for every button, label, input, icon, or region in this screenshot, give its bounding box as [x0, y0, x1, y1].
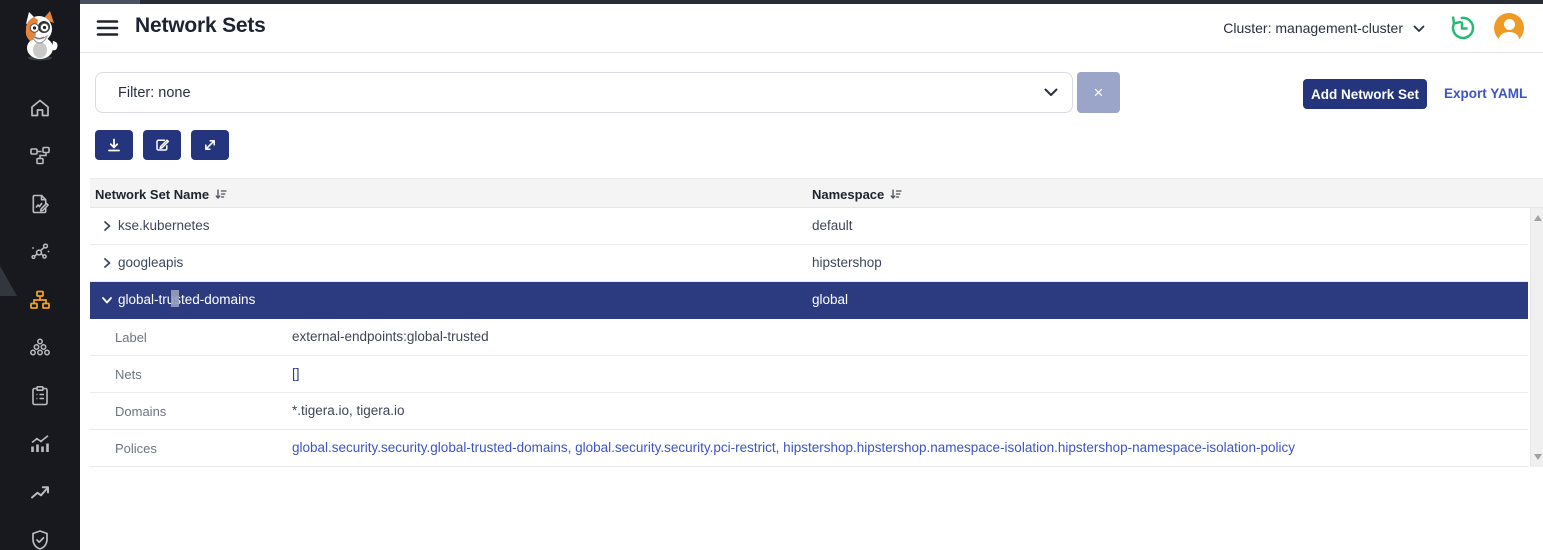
column-label: Namespace: [812, 187, 884, 202]
sidebar-item-policies[interactable]: [28, 192, 52, 216]
download-icon: [109, 140, 119, 151]
app-window: Network Sets Cluster: management-cluster…: [0, 0, 1543, 550]
history-icon: [1453, 18, 1473, 38]
detail-label: Domains: [115, 404, 166, 419]
network-set-name: global-trusted-domains: [118, 292, 255, 307]
policies-icon: [33, 196, 48, 213]
detail-value: *.tigera.io, tigera.io: [292, 403, 405, 418]
sidebar-item-network-topology[interactable]: [28, 144, 52, 168]
sidebar-item-service-graph[interactable]: [28, 240, 52, 264]
detail-row: Nets []: [90, 356, 1528, 393]
table-row-selected[interactable]: global-trusted-domains global: [90, 282, 1528, 319]
cluster-selector-label: Cluster: management-cluster: [1223, 20, 1403, 36]
edit-button[interactable]: [143, 130, 181, 160]
app-header: Network Sets Cluster: management-cluster: [80, 4, 1543, 53]
edit-icon: [157, 140, 168, 150]
expand-button[interactable]: [191, 130, 229, 160]
detail-row: Polices global.security.security.global-…: [90, 430, 1528, 467]
table-header: Network Set Name Namespace: [90, 178, 1543, 208]
network-sets-icon: [31, 292, 49, 309]
clear-filter-button[interactable]: ×: [1077, 72, 1120, 113]
sidebar-item-compliance[interactable]: [28, 384, 52, 408]
shield-check-icon: [33, 531, 47, 549]
user-avatar-button[interactable]: [1494, 13, 1524, 43]
detail-value: external-endpoints:global-trusted: [292, 329, 489, 344]
cluster-selector[interactable]: Cluster: management-cluster: [1223, 20, 1425, 36]
sidebar-item-network-sets[interactable]: [28, 288, 52, 312]
filter-select[interactable]: Filter: none: [95, 72, 1073, 113]
expand-icon: [206, 141, 214, 149]
scroll-up-arrow-icon[interactable]: [1534, 215, 1542, 221]
namespace: default: [812, 218, 853, 233]
header-right-group: Cluster: management-cluster: [1223, 4, 1524, 52]
detail-value-policy-links[interactable]: global.security.security.global-trusted-…: [292, 440, 1295, 455]
chevron-right-icon: [100, 256, 114, 275]
sidebar: [0, 0, 80, 550]
detail-value: []: [292, 366, 300, 381]
hamburger-menu-button[interactable]: [96, 17, 119, 39]
detail-row: Label external-endpoints:global-trusted: [90, 319, 1528, 356]
history-button[interactable]: [1447, 13, 1477, 43]
page-title: Network Sets: [135, 14, 266, 38]
network-topology-icon: [31, 148, 49, 164]
table-row[interactable]: googleapis hipstershop: [90, 245, 1528, 282]
calico-cat-logo-icon: [12, 8, 68, 64]
detail-label: Nets: [115, 367, 142, 382]
filter-value: Filter: none: [118, 85, 1044, 101]
detail-label: Label: [115, 330, 147, 345]
timeline-icon: [32, 487, 48, 497]
sidebar-item-dashboard[interactable]: [28, 432, 52, 456]
column-header-namespace[interactable]: Namespace: [812, 179, 902, 209]
export-yaml-link[interactable]: Export YAML: [1444, 86, 1527, 101]
clusters-icon: [31, 339, 49, 354]
text-cursor-artifact: [171, 290, 179, 307]
column-label: Network Set Name: [95, 187, 209, 202]
dashboard-icon: [32, 436, 48, 452]
chevron-right-icon: [100, 219, 114, 238]
network-set-name: googleapis: [118, 255, 183, 270]
sort-icon: [890, 188, 902, 200]
sidebar-corner-artifact: [0, 266, 17, 296]
table-row[interactable]: kse.kubernetes default: [90, 208, 1528, 245]
compliance-icon: [33, 387, 47, 405]
table-action-buttons: [95, 130, 229, 160]
chevron-down-icon: [1044, 84, 1058, 102]
chevron-down-icon: [1413, 20, 1425, 36]
home-icon: [32, 101, 48, 116]
hamburger-icon: [98, 22, 117, 35]
sidebar-item-timeline[interactable]: [28, 480, 52, 504]
column-header-network-set-name[interactable]: Network Set Name: [95, 179, 227, 209]
network-set-name: kse.kubernetes: [118, 218, 210, 233]
sort-icon: [215, 188, 227, 200]
namespace: global: [812, 292, 848, 307]
namespace: hipstershop: [812, 255, 882, 270]
scroll-down-arrow-icon[interactable]: [1534, 454, 1542, 460]
download-button[interactable]: [95, 130, 133, 160]
detail-row: Domains *.tigera.io, tigera.io: [90, 393, 1528, 430]
detail-label: Polices: [115, 441, 157, 456]
sidebar-item-clusters[interactable]: [28, 336, 52, 360]
add-network-set-button[interactable]: Add Network Set: [1303, 79, 1427, 109]
service-graph-icon: [32, 244, 49, 258]
table-scrollbar[interactable]: [1530, 208, 1543, 467]
chevron-down-icon: [100, 293, 114, 312]
sidebar-item-threat-defense[interactable]: [28, 528, 52, 550]
sidebar-item-home[interactable]: [28, 96, 52, 120]
